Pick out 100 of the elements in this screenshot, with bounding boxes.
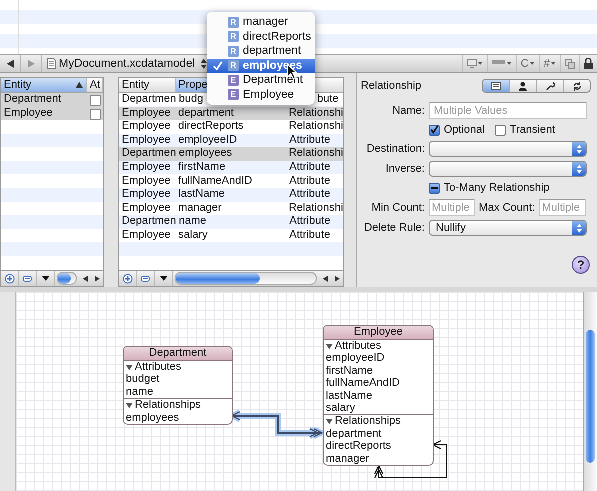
table-cell: Employee xyxy=(122,160,171,173)
checkbox[interactable] xyxy=(90,95,101,106)
table-row[interactable]: Employee fullNameAndID Attribute xyxy=(119,174,343,188)
popup-button[interactable] xyxy=(429,141,587,157)
expanded-triangle-icon[interactable] xyxy=(126,402,133,409)
table-row[interactable]: Employee xyxy=(1,106,103,120)
table-cell: Attribute xyxy=(290,188,330,200)
table-row[interactable]: Department xyxy=(1,93,103,107)
table-cell: budg xyxy=(179,93,204,105)
horizontal-scrollbar[interactable] xyxy=(175,272,317,285)
table-cell: department xyxy=(178,106,234,119)
check-icon xyxy=(213,60,223,71)
table-row[interactable]: Employee salary Attribute xyxy=(119,228,343,243)
table-row[interactable]: Employee department Relationshi xyxy=(119,106,343,120)
table-cell: firstName xyxy=(178,160,226,173)
vertical-scrollbar[interactable] xyxy=(583,292,597,491)
caret-icon xyxy=(42,276,50,281)
table-cell: Attribute xyxy=(290,215,331,228)
toolbar-menu-button[interactable]: C xyxy=(516,55,539,72)
table-row[interactable]: Employee employeeID Attribute xyxy=(119,134,343,148)
property-name: firstName xyxy=(325,364,374,378)
table-row[interactable]: Employee lastName Attribute xyxy=(119,188,343,202)
expanded-triangle-icon[interactable] xyxy=(126,364,133,371)
property-name: department xyxy=(325,428,383,440)
table-row[interactable]: Departmen employees Relationshi xyxy=(119,147,343,161)
monitor-icon xyxy=(466,59,477,68)
entity-box[interactable]: Department Attributes budget name Relationships employees xyxy=(123,346,233,426)
checkbox[interactable]: Optional xyxy=(429,124,485,136)
table-cell: directReports xyxy=(178,120,244,132)
dash-icon xyxy=(431,187,438,189)
table-row[interactable]: Employee directReports Relationshi xyxy=(119,120,343,134)
table-cell: Employee xyxy=(122,134,171,146)
toolbar-menu-button[interactable]: # xyxy=(538,55,560,72)
scroll-left-icon[interactable] xyxy=(82,276,88,282)
scroll-left-icon[interactable] xyxy=(322,276,328,282)
table-row[interactable]: Employee firstName Attribute xyxy=(119,160,343,175)
property-name: budget xyxy=(125,373,161,386)
type-badge: R xyxy=(228,31,239,42)
popup-button[interactable]: Nullify xyxy=(429,220,587,236)
property-name: fullNameAndID xyxy=(325,377,401,390)
section-title: Relationships xyxy=(335,415,402,428)
table-cell: Relationshi xyxy=(289,120,344,132)
column-header[interactable]: Entity xyxy=(1,78,87,92)
scroll-right-icon[interactable] xyxy=(334,276,340,282)
expanded-triangle-icon[interactable] xyxy=(326,342,333,350)
expanded-triangle-icon[interactable] xyxy=(326,418,333,426)
scroll-thumb[interactable] xyxy=(176,273,260,284)
stepper-icon xyxy=(572,162,586,176)
menu-item[interactable]: R directReports xyxy=(207,30,315,44)
table-row[interactable]: Departmen name Attribute xyxy=(119,215,343,229)
horizontal-scrollbar[interactable] xyxy=(57,272,77,285)
inspector-tabs[interactable] xyxy=(482,79,591,93)
table-cell: employeeID xyxy=(178,134,238,146)
entity-box[interactable]: Employee Attributes employeeID firstName fullNameAndID lastName salary Relationships department directReports manager xyxy=(323,325,434,466)
caret-icon xyxy=(551,62,556,65)
back-arrow-icon xyxy=(6,60,14,68)
table-cell: Employee xyxy=(122,202,171,214)
table-cell: Employee xyxy=(122,174,171,187)
plus-icon xyxy=(4,274,14,284)
checkbox[interactable]: To-Many Relationship xyxy=(429,182,550,194)
input-field[interactable]: Multiple Values xyxy=(429,102,587,119)
menu-item[interactable]: R manager xyxy=(207,15,315,30)
scroll-thumb[interactable] xyxy=(58,273,71,284)
minus-icon xyxy=(141,276,150,282)
table-cell: Employee xyxy=(122,120,171,132)
table-cell: Attribute xyxy=(290,160,330,173)
inspector-tab[interactable] xyxy=(483,80,509,92)
entity-title: Department xyxy=(124,347,232,361)
file-name[interactable]: MyDocument.xcdatamodel xyxy=(59,58,196,70)
caret-icon xyxy=(160,276,168,281)
inspector-tab[interactable] xyxy=(563,80,590,92)
field-label: Min Count: xyxy=(370,202,425,214)
table-cell: Relationshi xyxy=(289,106,344,119)
copy-icon xyxy=(565,58,575,68)
scroll-thumb[interactable] xyxy=(586,330,595,463)
refresh-icon xyxy=(572,82,582,90)
popup-button[interactable] xyxy=(429,161,587,177)
menu-item[interactable]: R employees xyxy=(207,58,315,73)
table-cell: Relationshi xyxy=(289,147,344,160)
input-field[interactable]: Multiple xyxy=(539,199,586,216)
scroll-right-icon[interactable] xyxy=(94,276,100,282)
input-field[interactable]: Multiple xyxy=(429,199,475,216)
person-icon xyxy=(519,82,527,90)
property-name: name xyxy=(125,386,155,398)
checkbox[interactable]: Transient xyxy=(494,124,556,136)
menu-item[interactable]: E Department xyxy=(207,73,315,88)
menu-item[interactable]: E Employee xyxy=(207,88,315,102)
inspector-tab[interactable] xyxy=(509,80,536,92)
field-label: Max Count: xyxy=(479,202,536,214)
field-label: Name: xyxy=(392,104,425,116)
column-header[interactable]: At xyxy=(87,78,103,92)
caret-icon xyxy=(530,62,535,65)
type-badge: E xyxy=(228,74,239,86)
help-button[interactable]: ? xyxy=(572,256,590,274)
inspector-tab[interactable] xyxy=(536,80,563,92)
table-row[interactable]: Employee manager Relationshi xyxy=(119,202,343,216)
property-name: lastName xyxy=(325,390,374,402)
checkbox[interactable] xyxy=(90,108,101,120)
menu-item[interactable]: R department xyxy=(207,44,315,58)
table-cell: Attribute xyxy=(290,228,330,241)
